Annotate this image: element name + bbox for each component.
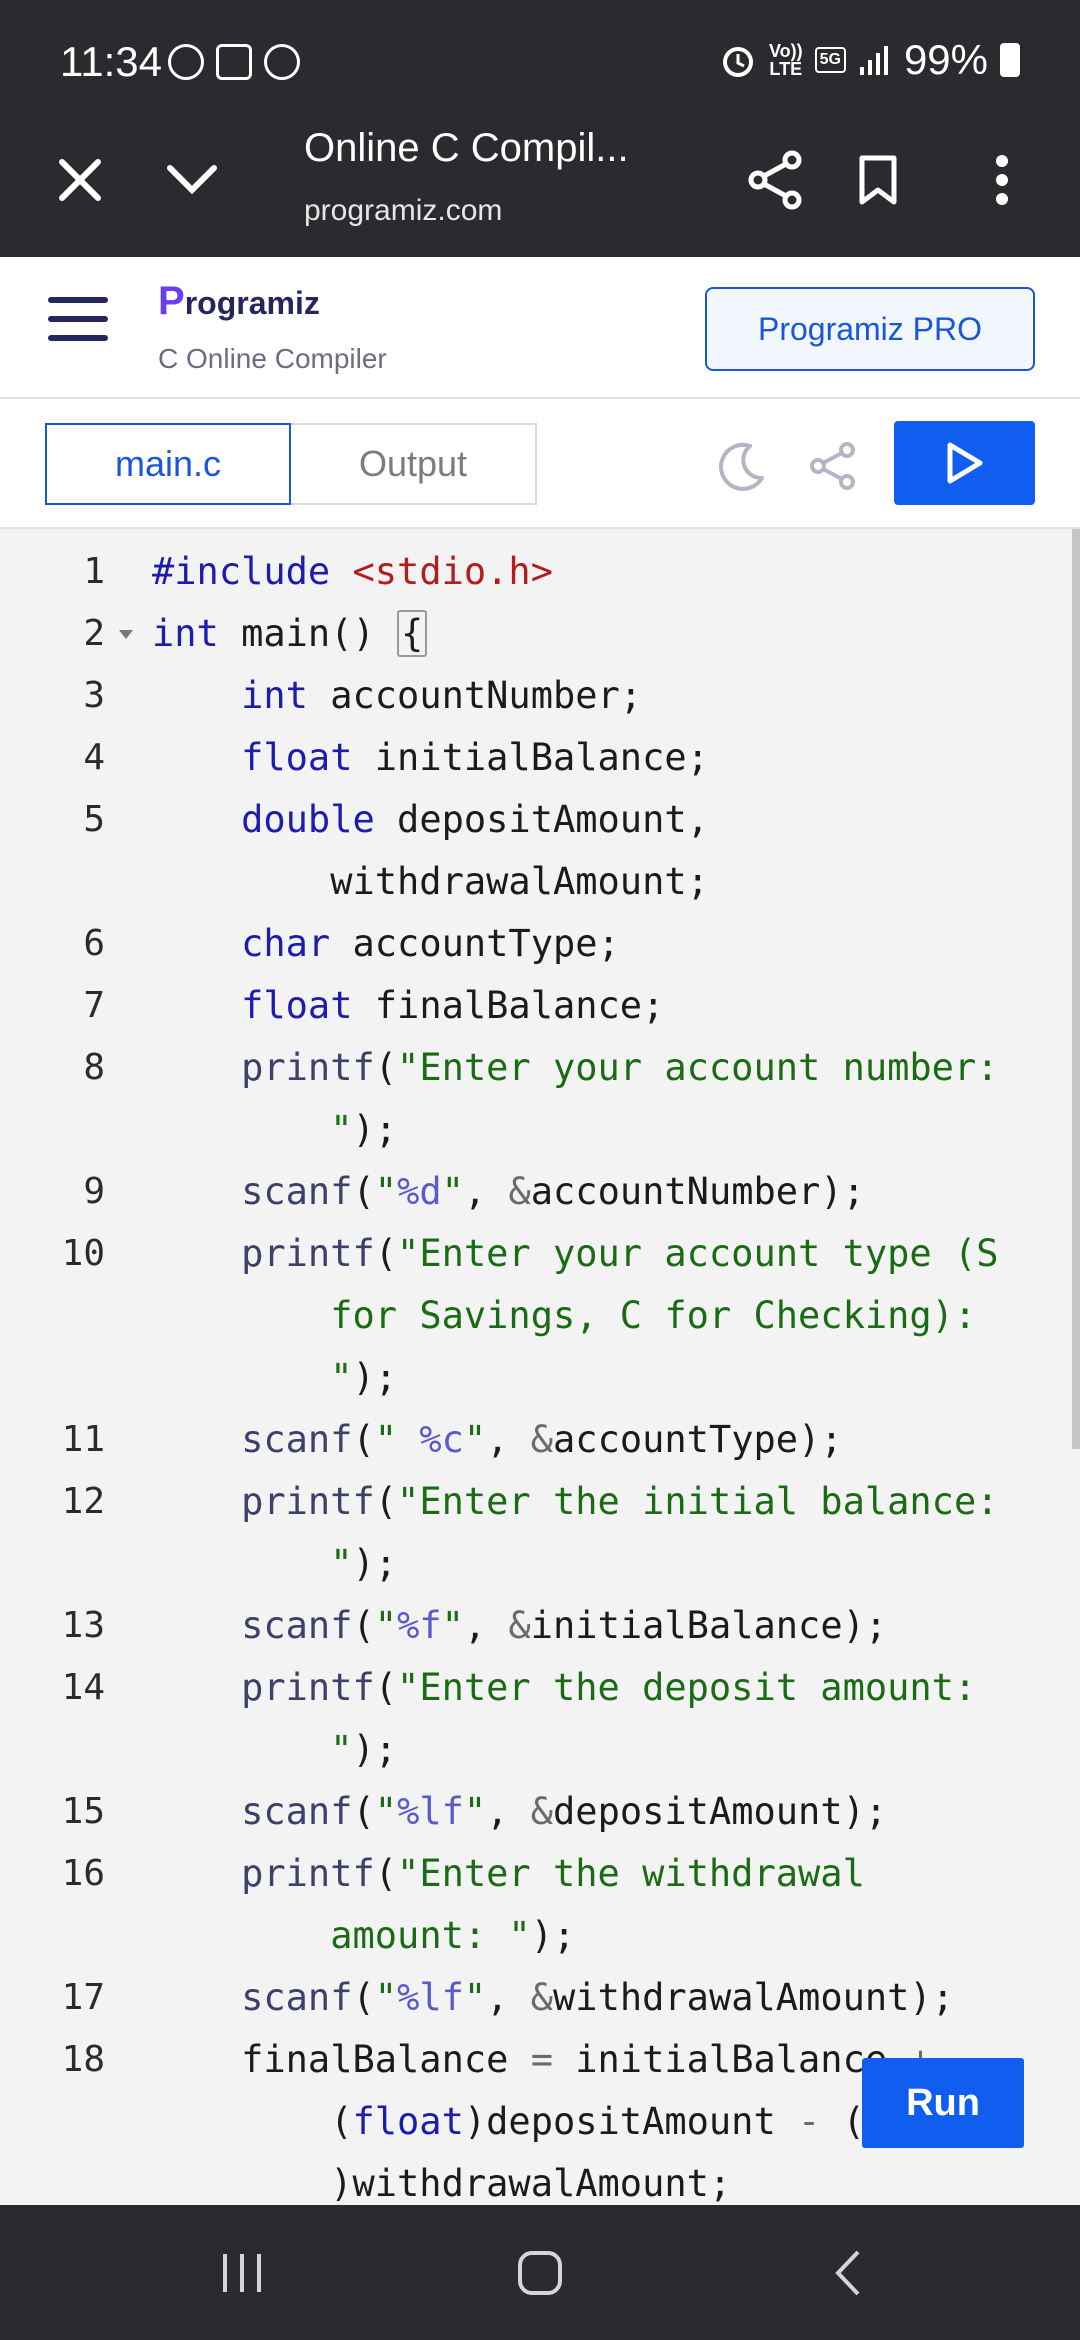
code-line[interactable]: int main() { — [152, 603, 428, 665]
gallery-icon — [216, 44, 252, 80]
code-line[interactable]: withdrawalAmount; — [152, 851, 709, 913]
code-line[interactable]: printf("Enter the initial balance: — [152, 1471, 998, 1533]
code-line[interactable]: scanf("%f", &initialBalance); — [152, 1595, 887, 1657]
minimize-button[interactable] — [152, 140, 232, 220]
tab-main-c[interactable]: main.c — [45, 423, 291, 505]
home-icon — [518, 2251, 562, 2295]
compiler-subtitle: C Online Compiler — [158, 343, 387, 374]
android-nav-bar — [0, 2205, 1080, 2340]
share-button[interactable] — [736, 140, 816, 220]
code-line[interactable]: printf("Enter the withdrawal — [152, 1843, 865, 1905]
line-number: 9 — [83, 1171, 105, 1212]
moon-icon — [719, 442, 764, 491]
code-line[interactable]: scanf("%lf", &withdrawalAmount); — [152, 1967, 954, 2029]
programiz-pro-button[interactable]: Programiz PRO — [705, 287, 1035, 371]
recent-apps-icon — [223, 2254, 261, 2292]
code-line[interactable]: double depositAmount, — [152, 789, 709, 851]
line-number: 11 — [61, 1419, 105, 1460]
code-line[interactable]: (float)depositAmount - (float — [152, 2091, 976, 2153]
battery-icon — [1000, 43, 1020, 77]
code-line[interactable]: float finalBalance; — [152, 975, 664, 1037]
fold-arrow-icon[interactable] — [119, 630, 133, 639]
line-number: 8 — [83, 1047, 105, 1088]
tab-output[interactable]: Output — [291, 423, 537, 505]
bookmark-button[interactable] — [838, 140, 918, 220]
code-line[interactable]: )withdrawalAmount; — [152, 2153, 731, 2205]
line-number: 17 — [61, 1977, 105, 2018]
status-bar: 11:34 Vo)) LTE 5G 99% — [0, 0, 1080, 120]
dark-mode-button[interactable] — [707, 431, 777, 501]
line-number: 18 — [61, 2039, 105, 2080]
page-title: Online C Compil... — [304, 126, 629, 170]
line-number: 15 — [61, 1791, 105, 1832]
line-number: 16 — [61, 1853, 105, 1894]
run-code-button[interactable] — [894, 421, 1035, 505]
line-number: 7 — [83, 985, 105, 1026]
browser-toolbar: Online C Compil... programiz.com — [0, 120, 1080, 257]
share-icon — [748, 150, 802, 210]
close-icon — [59, 159, 101, 201]
code-line[interactable]: scanf(" %c", &accountType); — [152, 1409, 843, 1471]
code-line[interactable]: char accountType; — [152, 913, 620, 975]
alarm-icon — [722, 47, 753, 77]
app-notification-icon — [264, 44, 300, 80]
home-button[interactable] — [510, 2243, 570, 2303]
line-number: 13 — [61, 1605, 105, 1646]
line-number: 10 — [61, 1233, 105, 1274]
status-time: 11:34 — [60, 38, 162, 85]
line-number: 2 — [83, 613, 105, 654]
code-line[interactable]: printf("Enter your account number: — [152, 1037, 998, 1099]
line-number: 12 — [61, 1481, 105, 1522]
back-chevron-icon — [835, 2250, 860, 2296]
play-icon — [947, 442, 982, 484]
whatsapp-icon — [168, 44, 204, 80]
code-line[interactable]: finalBalance = initialBalance + — [152, 2029, 932, 2091]
run-floating-button[interactable]: Run — [862, 2058, 1024, 2148]
site-header: Programiz C Online Compiler Programiz PR… — [0, 257, 1080, 399]
network-5g-badge: 5G — [814, 47, 846, 73]
chevron-down-icon — [167, 165, 217, 195]
battery-percent: 99% — [903, 36, 988, 83]
code-line[interactable]: printf("Enter your account type (S — [152, 1223, 998, 1285]
recent-apps-button[interactable] — [212, 2243, 272, 2303]
more-vert-icon — [996, 155, 1008, 205]
bookmark-icon — [859, 155, 897, 205]
close-tab-button[interactable] — [40, 140, 120, 220]
line-number: 5 — [83, 799, 105, 840]
code-line[interactable]: #include <stdio.h> — [152, 541, 553, 603]
code-line[interactable]: "); — [152, 1099, 397, 1161]
code-line[interactable]: int accountNumber; — [152, 665, 642, 727]
more-options-button[interactable] — [962, 140, 1042, 220]
programiz-logo[interactable]: Programiz — [158, 279, 320, 324]
code-line[interactable]: scanf("%lf", &depositAmount); — [152, 1781, 887, 1843]
page-url[interactable]: programiz.com — [304, 194, 502, 228]
code-line[interactable]: for Savings, C for Checking): — [152, 1285, 976, 1347]
code-line[interactable]: float initialBalance; — [152, 727, 709, 789]
share-code-button[interactable] — [798, 431, 868, 501]
volte-indicator: Vo)) LTE — [768, 41, 803, 79]
code-line[interactable]: "); — [152, 1533, 397, 1595]
line-number: 4 — [83, 737, 105, 778]
line-number: 3 — [83, 675, 105, 716]
code-line[interactable]: printf("Enter the deposit amount: — [152, 1657, 976, 1719]
share-icon — [810, 442, 855, 490]
code-line[interactable]: "); — [152, 1347, 397, 1409]
code-line[interactable]: scanf("%d", &accountNumber); — [152, 1161, 865, 1223]
line-number-gutter: 1 2 3 4 5 6 7 8 9 10 11 12 13 14 15 16 1… — [0, 529, 145, 2205]
line-number: 1 — [83, 551, 105, 592]
signal-icon — [859, 46, 888, 75]
line-number: 6 — [83, 923, 105, 964]
code-editor[interactable]: 1 2 3 4 5 6 7 8 9 10 11 12 13 14 15 16 1… — [0, 529, 1080, 2205]
back-button[interactable] — [818, 2243, 878, 2303]
line-number: 14 — [61, 1667, 105, 1708]
hamburger-menu-icon[interactable] — [48, 297, 108, 347]
editor-tabs-bar: main.c Output — [0, 399, 1080, 529]
editor-scrollbar[interactable] — [1072, 529, 1080, 1449]
code-line[interactable]: amount: "); — [152, 1905, 575, 1967]
code-line[interactable]: "); — [152, 1719, 397, 1781]
